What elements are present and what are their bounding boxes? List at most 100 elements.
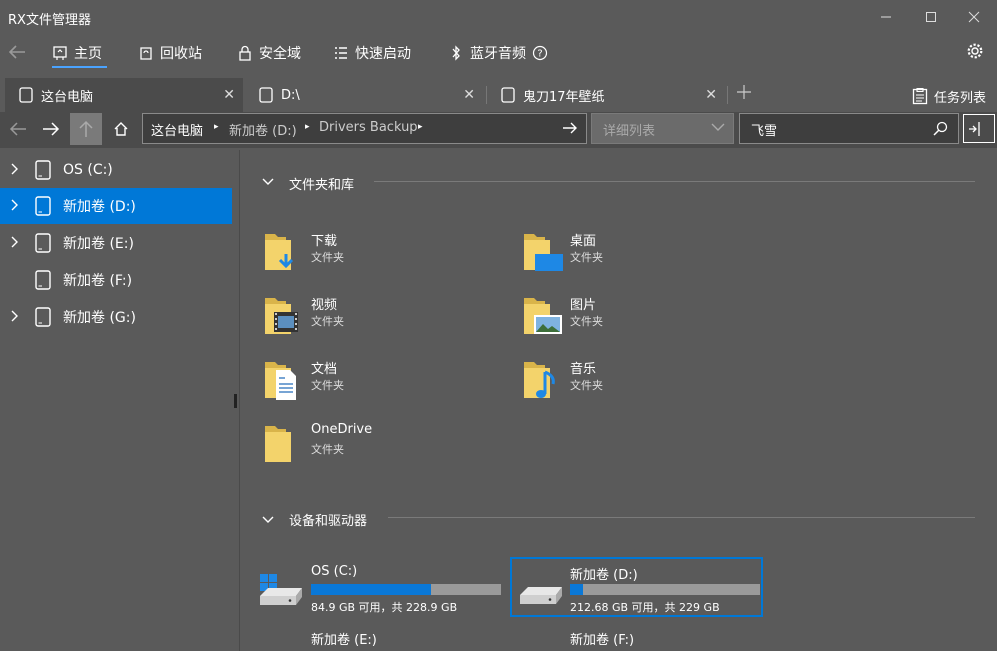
folder-name: 图片 [570, 298, 597, 313]
pane-toggle-icon [969, 121, 980, 136]
tab-wallpaper-folder[interactable]: 鬼刀17年壁纸 ✕ [487, 78, 725, 112]
folder-videos[interactable]: 视频 文件夹 [262, 292, 502, 340]
home-ribbon-button[interactable]: 主页 [52, 42, 102, 64]
security-zone-button[interactable]: 安全域 [237, 42, 301, 64]
search-value: 飞雪 [751, 124, 778, 139]
lock-icon [239, 45, 251, 61]
title-bar [0, 0, 997, 34]
tab-d-drive[interactable]: D:\ ✕ [245, 78, 483, 112]
minimize-icon [881, 16, 891, 18]
sidebar-item-f-drive[interactable]: 新加卷 (F:) [0, 262, 232, 298]
folder-type: 文件夹 [570, 251, 603, 264]
drive-name: OS (C:) [311, 564, 358, 579]
close-window-button[interactable] [951, 0, 997, 34]
chevron-down-icon [262, 178, 274, 185]
drive-icon [520, 587, 562, 604]
sidebar-item-label: 新加卷 (G:) [63, 310, 136, 326]
pictures-folder-icon [524, 298, 562, 334]
drive-usage-bar [311, 584, 501, 595]
breadcrumb-d-drive[interactable]: 新加卷 (D:) [229, 120, 297, 139]
tab-label: 鬼刀17年壁纸 [523, 89, 605, 105]
help-icon[interactable]: ? [532, 45, 548, 61]
tab-close-icon[interactable]: ✕ [463, 87, 475, 103]
chevron-right-icon[interactable] [11, 199, 23, 214]
new-tab-button[interactable] [736, 84, 754, 102]
drive-space-info: 84.9 GB 可用，共 228.9 GB [311, 601, 458, 614]
section-divider [374, 181, 975, 182]
folder-name: 视频 [311, 298, 338, 313]
forward-button[interactable] [35, 113, 67, 145]
task-list-button[interactable]: 任务列表 [912, 86, 986, 106]
folder-documents[interactable]: 文档 文件夹 [262, 356, 502, 404]
breadcrumb-separator-icon: ▸ [418, 122, 423, 132]
tab-close-icon[interactable]: ✕ [705, 87, 717, 103]
recycle-label: 回收站 [160, 46, 202, 62]
drive-tile-d[interactable]: 新加卷 (D:) 212.68 GB 可用，共 229 GB [510, 557, 763, 617]
sidebar-item-c-drive[interactable]: OS (C:) [0, 152, 232, 188]
list-icon [335, 47, 347, 59]
bluetooth-audio-button[interactable]: 蓝牙音频 ? [448, 42, 548, 64]
folder-pictures[interactable]: 图片 文件夹 [521, 292, 761, 340]
folder-music[interactable]: 音乐 文件夹 [521, 356, 761, 404]
sidebar-item-e-drive[interactable]: 新加卷 (E:) [0, 225, 232, 261]
toggle-pane-button[interactable] [963, 114, 995, 143]
sidebar-item-label: 新加卷 (D:) [63, 199, 136, 215]
chevron-right-icon[interactable] [11, 236, 23, 251]
tab-close-icon[interactable]: ✕ [223, 87, 235, 103]
sidebar-item-g-drive[interactable]: 新加卷 (G:) [0, 299, 232, 335]
home-icon [114, 122, 128, 136]
music-folder-icon [524, 362, 555, 398]
system-drive-icon [260, 574, 302, 605]
settings-button[interactable] [966, 42, 986, 62]
quick-launch-button[interactable]: 快速启动 [333, 42, 411, 64]
drive-usage-fill [570, 584, 584, 595]
video-folder-icon [265, 298, 298, 334]
onedrive-folder-icon [265, 426, 291, 462]
view-mode-value: 详细列表 [603, 124, 656, 139]
drive-icon [35, 196, 51, 216]
back-button[interactable] [2, 113, 34, 145]
folder-desktop[interactable]: 桌面 文件夹 [521, 228, 761, 276]
drive-tile-e-name[interactable]: 新加卷 (E:) [311, 629, 377, 648]
sidebar-item-label: OS (C:) [63, 162, 113, 178]
splitter-grip[interactable] [234, 394, 237, 408]
sidebar-item-label: 新加卷 (E:) [63, 236, 134, 252]
chevron-down-icon [262, 516, 274, 523]
drive-tile-c[interactable]: OS (C:) 84.9 GB 可用，共 228.9 GB [255, 560, 505, 616]
folder-name: 文档 [311, 362, 338, 377]
folder-downloads[interactable]: 下载 文件夹 [262, 228, 502, 276]
home-button[interactable] [105, 113, 137, 145]
back-ribbon-button[interactable] [7, 42, 29, 64]
security-label: 安全域 [259, 46, 301, 62]
drive-icon [35, 270, 51, 290]
recycle-bin-button[interactable]: 回收站 [138, 42, 202, 64]
go-button[interactable] [562, 120, 580, 138]
documents-folder-icon [265, 362, 296, 400]
collapse-folders-button[interactable] [262, 175, 274, 190]
chevron-right-icon[interactable] [11, 310, 23, 325]
breadcrumb-this-pc[interactable]: 这台电脑 [151, 120, 203, 139]
breadcrumb-separator-icon: ▸ [305, 122, 310, 132]
tab-label: 这台电脑 [41, 89, 94, 105]
folder-onedrive[interactable]: OneDrive 文件夹 [262, 420, 502, 468]
search-icon[interactable] [933, 121, 948, 140]
section-divider [388, 517, 975, 518]
recycle-icon [140, 47, 152, 60]
drive-tile-f-name[interactable]: 新加卷 (F:) [570, 629, 634, 648]
close-icon [968, 11, 980, 23]
breadcrumb-drivers-backup[interactable]: Drivers Backup [319, 120, 418, 135]
tab-this-pc[interactable]: 这台电脑 ✕ [5, 78, 243, 112]
folder-type: 文件夹 [311, 251, 344, 264]
drive-icon [35, 160, 51, 180]
sidebar-item-d-drive[interactable]: 新加卷 (D:) [0, 188, 232, 224]
maximize-button[interactable] [908, 0, 954, 34]
folder-type: 文件夹 [570, 315, 603, 328]
up-button[interactable] [70, 113, 102, 145]
chevron-right-icon[interactable] [11, 163, 23, 178]
minimize-button[interactable] [863, 0, 909, 34]
collapse-devices-button[interactable] [262, 513, 274, 528]
section-heading-folders: 文件夹和库 [289, 178, 355, 193]
folder-name: 桌面 [570, 234, 597, 249]
drive-usage-fill [311, 584, 431, 595]
home-label: 主页 [74, 46, 102, 62]
